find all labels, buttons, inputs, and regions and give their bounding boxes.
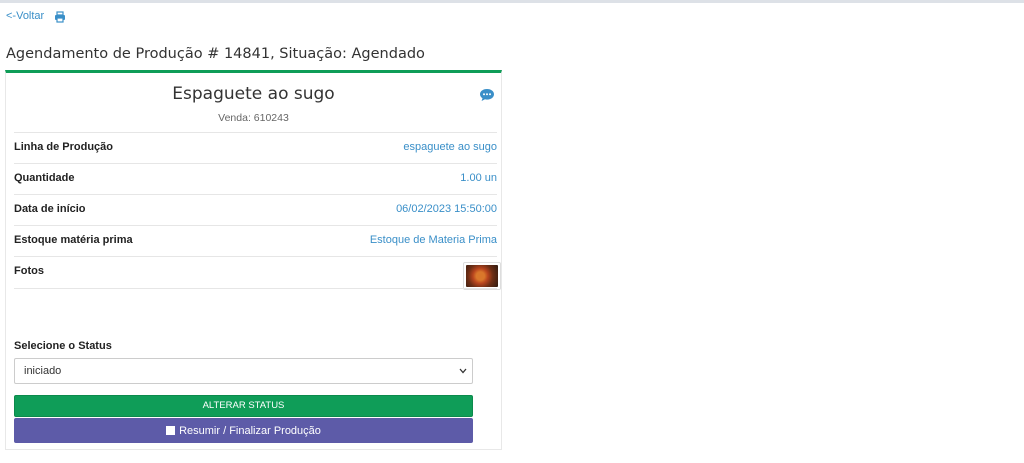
photo-thumbnail[interactable] bbox=[463, 262, 501, 290]
status-select[interactable]: iniciado bbox=[14, 358, 473, 384]
photos-label: Fotos bbox=[14, 265, 44, 277]
start-date-label: Data de início bbox=[14, 203, 86, 215]
comment-icon[interactable] bbox=[479, 88, 495, 102]
page-title: Agendamento de Produção # 14841, Situaçã… bbox=[6, 46, 425, 62]
detail-row-quantity: Quantidade 1.00 un bbox=[14, 163, 497, 194]
detail-row-production-line: Linha de Produção espaguete ao sugo bbox=[14, 132, 497, 163]
start-date-value: 06/02/2023 15:50:00 bbox=[396, 203, 497, 215]
print-icon[interactable] bbox=[54, 10, 66, 23]
spaghetti-photo-image bbox=[466, 265, 498, 287]
status-selected-value: iniciado bbox=[24, 365, 62, 377]
toolbar: <-Voltar bbox=[6, 10, 66, 23]
detail-row-raw-material-stock: Estoque matéria prima Estoque de Materia… bbox=[14, 225, 497, 256]
status-select-label: Selecione o Status bbox=[14, 340, 112, 352]
detail-row-photos: Fotos bbox=[14, 256, 501, 290]
finish-production-button[interactable]: Resumir / Finalizar Produção bbox=[14, 418, 473, 443]
quantity-value: 1.00 un bbox=[460, 172, 497, 184]
top-border bbox=[0, 0, 1024, 3]
finish-production-label: Resumir / Finalizar Produção bbox=[179, 424, 321, 437]
change-status-button[interactable]: ALTERAR STATUS bbox=[14, 395, 473, 417]
quantity-label: Quantidade bbox=[14, 172, 75, 184]
detail-row-start-date: Data de início 06/02/2023 15:50:00 bbox=[14, 194, 497, 225]
raw-material-stock-value[interactable]: Estoque de Materia Prima bbox=[370, 234, 497, 246]
production-line-label: Linha de Produção bbox=[14, 141, 114, 153]
back-link[interactable]: <-Voltar bbox=[6, 10, 44, 22]
production-card: Espaguete ao sugo Venda: 610243 Linha de… bbox=[5, 70, 502, 450]
divider bbox=[14, 288, 497, 289]
raw-material-stock-label: Estoque matéria prima bbox=[14, 234, 133, 246]
checkbox-icon bbox=[166, 426, 176, 435]
product-name: Espaguete ao sugo bbox=[172, 84, 335, 104]
chevron-down-icon bbox=[459, 368, 467, 374]
sale-number: Venda: 610243 bbox=[218, 112, 289, 124]
production-line-value[interactable]: espaguete ao sugo bbox=[403, 141, 497, 153]
